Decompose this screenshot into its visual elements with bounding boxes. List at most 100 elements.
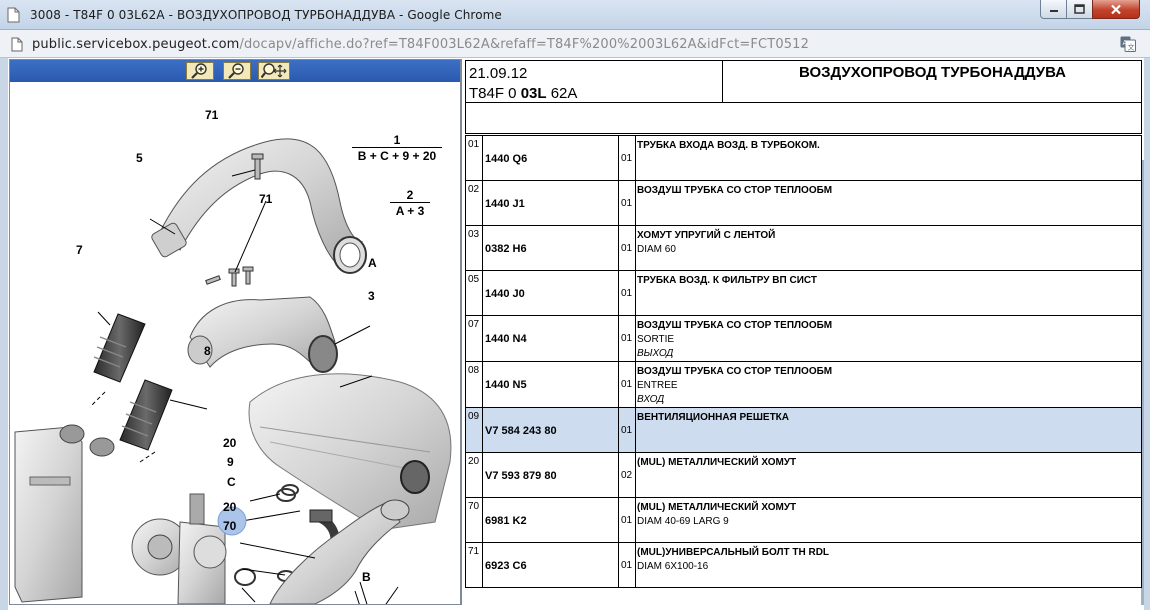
part-reference[interactable]: 0382 H6 [482, 225, 619, 271]
part-quantity: 01 [618, 225, 636, 271]
table-row[interactable]: 07 1440 N4 01 ВОЗДУШ ТРУБКА СО СТОР ТЕПЛООБ… [465, 315, 1142, 362]
zoom-pan-icon [261, 63, 287, 79]
part-name: ВОЗДУШ ТРУБКА СО СТОР ТЕПЛООБМ [637, 320, 833, 331]
formula-1: 1 B + C + 9 + 20 [352, 133, 442, 163]
close-icon [1111, 4, 1121, 14]
callout-C: C [227, 475, 236, 489]
formula-2-number: 2 [406, 188, 414, 202]
part-8-hose [119, 379, 173, 451]
document-date: 21.09.12 [469, 65, 528, 82]
zoom-out-icon [228, 63, 244, 79]
part-description: ВОЗДУШ ТРУБКА СО СТОР ТЕПЛООБМ SORTIE ВЫХО… [635, 315, 1142, 362]
table-row[interactable]: 20 V7 593 879 80 02 (MUL) МЕТАЛЛИЧЕСКИЙ ХОМ… [465, 452, 1142, 498]
part-description: ХОМУТ УПРУГИЙ С ЛЕНТОЙ DIAM 60 [635, 225, 1142, 271]
callout-7: 7 [76, 243, 83, 257]
diagram-panel: 71 5 71 7 A 3 8 20 9 C 20 70 B 1 B + C +… [9, 59, 461, 605]
item-index: 03 [465, 225, 483, 271]
callout-9[interactable]: 9 [227, 455, 234, 469]
url-text[interactable]: public.servicebox.peugeot.com/docapv/aff… [32, 37, 809, 52]
table-row[interactable]: 71 6923 C6 01 (MUL)УНИВЕРСАЛЬНЫЙ БОЛТ TH RD… [465, 542, 1142, 588]
part-name: ВОЗДУШ ТРУБКА СО СТОР ТЕПЛООБМ [637, 366, 833, 377]
part-description: ТРУБКА ВОЗД. К ФИЛЬТРУ ВП СИСТ [635, 270, 1142, 316]
formula-1-parts: B + C + 9 + 20 [352, 147, 442, 163]
part-quantity: 01 [618, 497, 636, 543]
ref-prefix: T84F 0 [469, 85, 521, 102]
part-reference[interactable]: 1440 N5 [482, 361, 619, 408]
page-info-icon[interactable] [11, 37, 23, 57]
zoom-pan-button[interactable] [258, 62, 290, 80]
formula-2: 2 A + 3 [390, 188, 430, 218]
part-name: ВОЗДУШ ТРУБКА СО СТОР ТЕПЛООБМ [637, 185, 833, 196]
item-index: 07 [465, 315, 483, 362]
callout-20-a: 20 [223, 436, 237, 450]
item-index: 01 [465, 135, 483, 181]
svg-text:文: 文 [1128, 43, 1135, 52]
part-quantity: 01 [618, 135, 636, 181]
part-description: (MUL)УНИВЕРСАЛЬНЫЙ БОЛТ TH RDL DIAM 6X100… [635, 542, 1142, 588]
part-description: (MUL) МЕТАЛЛИЧЕСКИЙ ХОМУТ DIAM 40-69 LARG… [635, 497, 1142, 543]
air-filter-box [248, 373, 452, 531]
part-name: ТРУБКА ВХОДА ВОЗД. В ТУРБОКОМ. [637, 140, 820, 151]
table-row[interactable]: 01 1440 Q6 01 ТРУБКА ВХОДА ВОЗД. В ТУРБОКОМ… [465, 135, 1142, 181]
address-bar[interactable]: public.servicebox.peugeot.com/docapv/aff… [0, 30, 1150, 58]
table-row[interactable]: 09 V7 584 243 80 01 ВЕНТИЛЯЦИОННАЯ РЕШЕТКА [465, 407, 1142, 453]
part-translation: ВЫХОД [637, 348, 674, 359]
callout-8: 8 [204, 344, 211, 358]
table-row[interactable]: 02 1440 J1 01 ВОЗДУШ ТРУБКА СО СТОР ТЕПЛООБ… [465, 180, 1142, 226]
zoom-in-icon [191, 63, 207, 79]
part-spec: ENTREE [637, 380, 678, 391]
item-index: 70 [465, 497, 483, 543]
ref-bold: 03L [520, 85, 547, 102]
header-spacer-row [465, 103, 1142, 134]
window-frame-left [0, 58, 8, 610]
ref-suffix: 62A [546, 85, 578, 102]
callout-70: 70 [223, 519, 237, 533]
translate-icon[interactable]: A文 [1120, 36, 1136, 57]
part-quantity: 01 [618, 407, 636, 453]
callout-A: A [368, 256, 377, 270]
part-reference[interactable]: V7 593 879 80 [482, 452, 619, 498]
window-frame-right [1144, 58, 1150, 610]
url-path: /docapv/affiche.do?ref=T84F003L62A&refaf… [239, 37, 810, 52]
part-reference[interactable]: 1440 J1 [482, 180, 619, 226]
document-reference: T84F 0 03L 62A [469, 85, 577, 102]
part-spec: DIAM 60 [637, 244, 676, 255]
part-reference[interactable]: 6923 C6 [482, 542, 619, 588]
part-reference[interactable]: V7 584 243 80 [482, 407, 619, 453]
parts-table: 01 1440 Q6 01 ТРУБКА ВХОДА ВОЗД. В ТУРБОКОМ… [465, 135, 1142, 588]
minimize-button[interactable] [1040, 0, 1067, 19]
part-quantity: 01 [618, 361, 636, 408]
close-button[interactable] [1092, 0, 1140, 19]
window-title: 3008 - T84F 0 03L62A - ВОЗДУХОПРОВОД ТУР… [30, 8, 502, 22]
part-reference[interactable]: 6981 K2 [482, 497, 619, 543]
part-quantity: 02 [618, 452, 636, 498]
part-quantity: 01 [618, 315, 636, 362]
formula-2-parts: A + 3 [390, 202, 430, 218]
item-index: 71 [465, 542, 483, 588]
maximize-button[interactable] [1066, 0, 1093, 19]
part-description: (MUL) МЕТАЛЛИЧЕСКИЙ ХОМУТ [635, 452, 1142, 498]
part-name: ТРУБКА ВОЗД. К ФИЛЬТРУ ВП СИСТ [637, 275, 817, 286]
part-reference[interactable]: 1440 J0 [482, 270, 619, 316]
part-name: (MUL) МЕТАЛЛИЧЕСКИЙ ХОМУТ [637, 502, 797, 513]
header-divider [722, 61, 723, 102]
zoom-out-button[interactable] [223, 62, 251, 80]
document-header: 21.09.12 T84F 0 03L 62A ВОЗДУХОПРОВОД ТУ… [465, 60, 1142, 103]
part-reference[interactable]: 1440 Q6 [482, 135, 619, 181]
table-row[interactable]: 05 1440 J0 01 ТРУБКА ВОЗД. К ФИЛЬТРУ ВП СИС… [465, 270, 1142, 316]
part-description: ТРУБКА ВХОДА ВОЗД. В ТУРБОКОМ. [635, 135, 1142, 181]
zoom-in-button[interactable] [186, 62, 214, 80]
part-reference[interactable]: 1440 N4 [482, 315, 619, 362]
item-index: 02 [465, 180, 483, 226]
callout-71-top: 71 [205, 108, 219, 122]
table-row[interactable]: 03 0382 H6 01 ХОМУТ УПРУГИЙ С ЛЕНТОЙ DIAM 60 [465, 225, 1142, 271]
table-row[interactable]: 70 6981 K2 01 (MUL) МЕТАЛЛИЧЕСКИЙ ХОМУТ DIAM… [465, 497, 1142, 543]
table-row[interactable]: 08 1440 N5 01 ВОЗДУШ ТРУБКА СО СТОР ТЕПЛООБ… [465, 361, 1142, 408]
document-title: ВОЗДУХОПРОВОД ТУРБОНАДДУВА [798, 64, 1067, 81]
maximize-icon [1074, 4, 1085, 14]
part-description: ВОЗДУШ ТРУБКА СО СТОР ТЕПЛООБМ [635, 180, 1142, 226]
callout-20-b: 20 [223, 500, 237, 514]
item-index: 08 [465, 361, 483, 408]
callout-3: 3 [368, 289, 375, 303]
page-icon [7, 7, 20, 28]
